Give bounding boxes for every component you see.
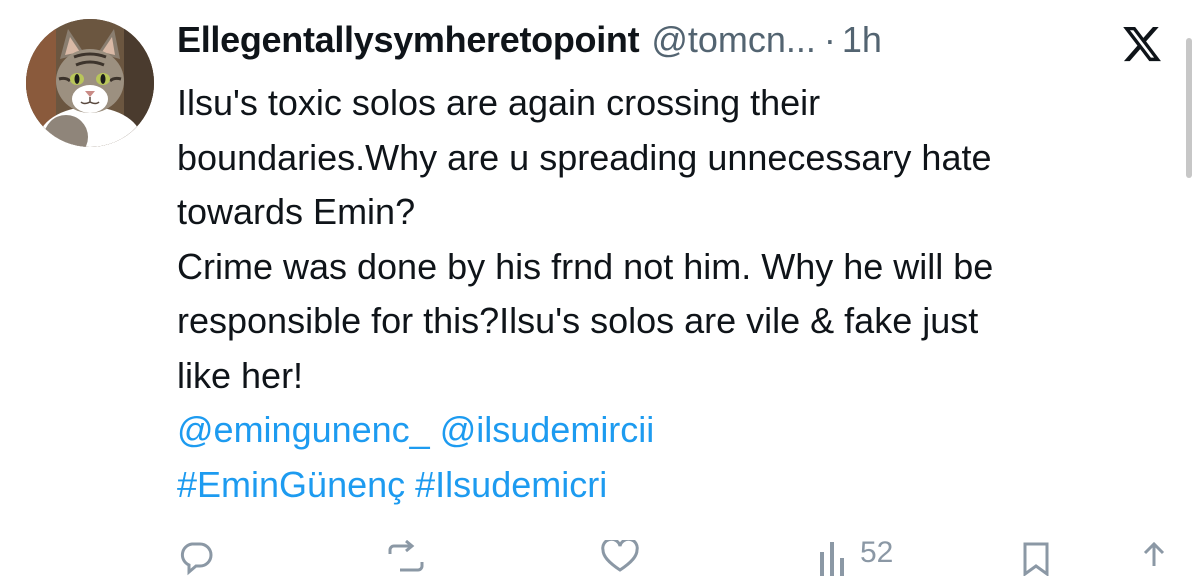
hashtags-line: #EminGünenç #Ilsudemicri <box>177 458 1177 513</box>
bookmark-icon <box>1023 542 1049 576</box>
retweet-button[interactable] <box>384 540 428 576</box>
share-button[interactable] <box>1136 540 1172 576</box>
tweet-text-line: Crime was done by his frnd not him. Why … <box>177 245 994 287</box>
retweet-icon <box>388 540 424 572</box>
tweet-text-line: responsible for this?Ilsu's solos are vi… <box>177 300 979 341</box>
bookmark-button[interactable] <box>1018 540 1054 576</box>
hashtag-link[interactable]: #EminGünenç <box>177 464 405 505</box>
hashtag-link[interactable]: #Ilsudemicri <box>415 464 607 505</box>
heart-icon <box>601 540 639 572</box>
mentions-line: @emingunenc_ @ilsudemircii <box>177 403 1177 458</box>
avatar[interactable] <box>26 19 154 147</box>
reply-icon <box>180 542 213 576</box>
views-icon <box>820 542 844 576</box>
x-logo-icon <box>1112 22 1172 66</box>
reply-button[interactable] <box>178 540 214 576</box>
tweet-text-line: like her! <box>177 354 304 396</box>
tweet-text-line: Ilsu's toxic solos are again crossing th… <box>177 82 821 123</box>
tweet-card[interactable]: Ellegentallysymheretopoint @tomcn... · 1… <box>0 0 1200 576</box>
like-button[interactable] <box>600 540 640 576</box>
tweet-text-line: towards Emin? <box>177 191 416 232</box>
user-handle[interactable]: @tomcn... <box>651 19 816 61</box>
display-name[interactable]: Ellegentallysymheretopoint <box>177 19 640 61</box>
views-button[interactable]: 52 <box>816 536 893 576</box>
separator-dot: · <box>823 19 836 60</box>
tweet-header: Ellegentallysymheretopoint @tomcn... · 1… <box>177 16 882 64</box>
mention-link[interactable]: @emingunenc_ <box>177 409 430 450</box>
tweet-text-line: boundaries.Why are u spreading unnecessa… <box>177 136 992 178</box>
views-count: 52 <box>860 536 894 569</box>
share-icon <box>1143 541 1165 566</box>
mention-link[interactable]: @ilsudemircii <box>440 409 655 450</box>
cat-avatar-icon <box>26 19 154 147</box>
tweet-text: Ilsu's toxic solos are again crossing th… <box>177 76 1177 512</box>
timestamp[interactable]: 1h <box>842 19 882 61</box>
scrollbar[interactable] <box>1186 38 1192 178</box>
action-bar: 52 <box>0 536 1200 580</box>
